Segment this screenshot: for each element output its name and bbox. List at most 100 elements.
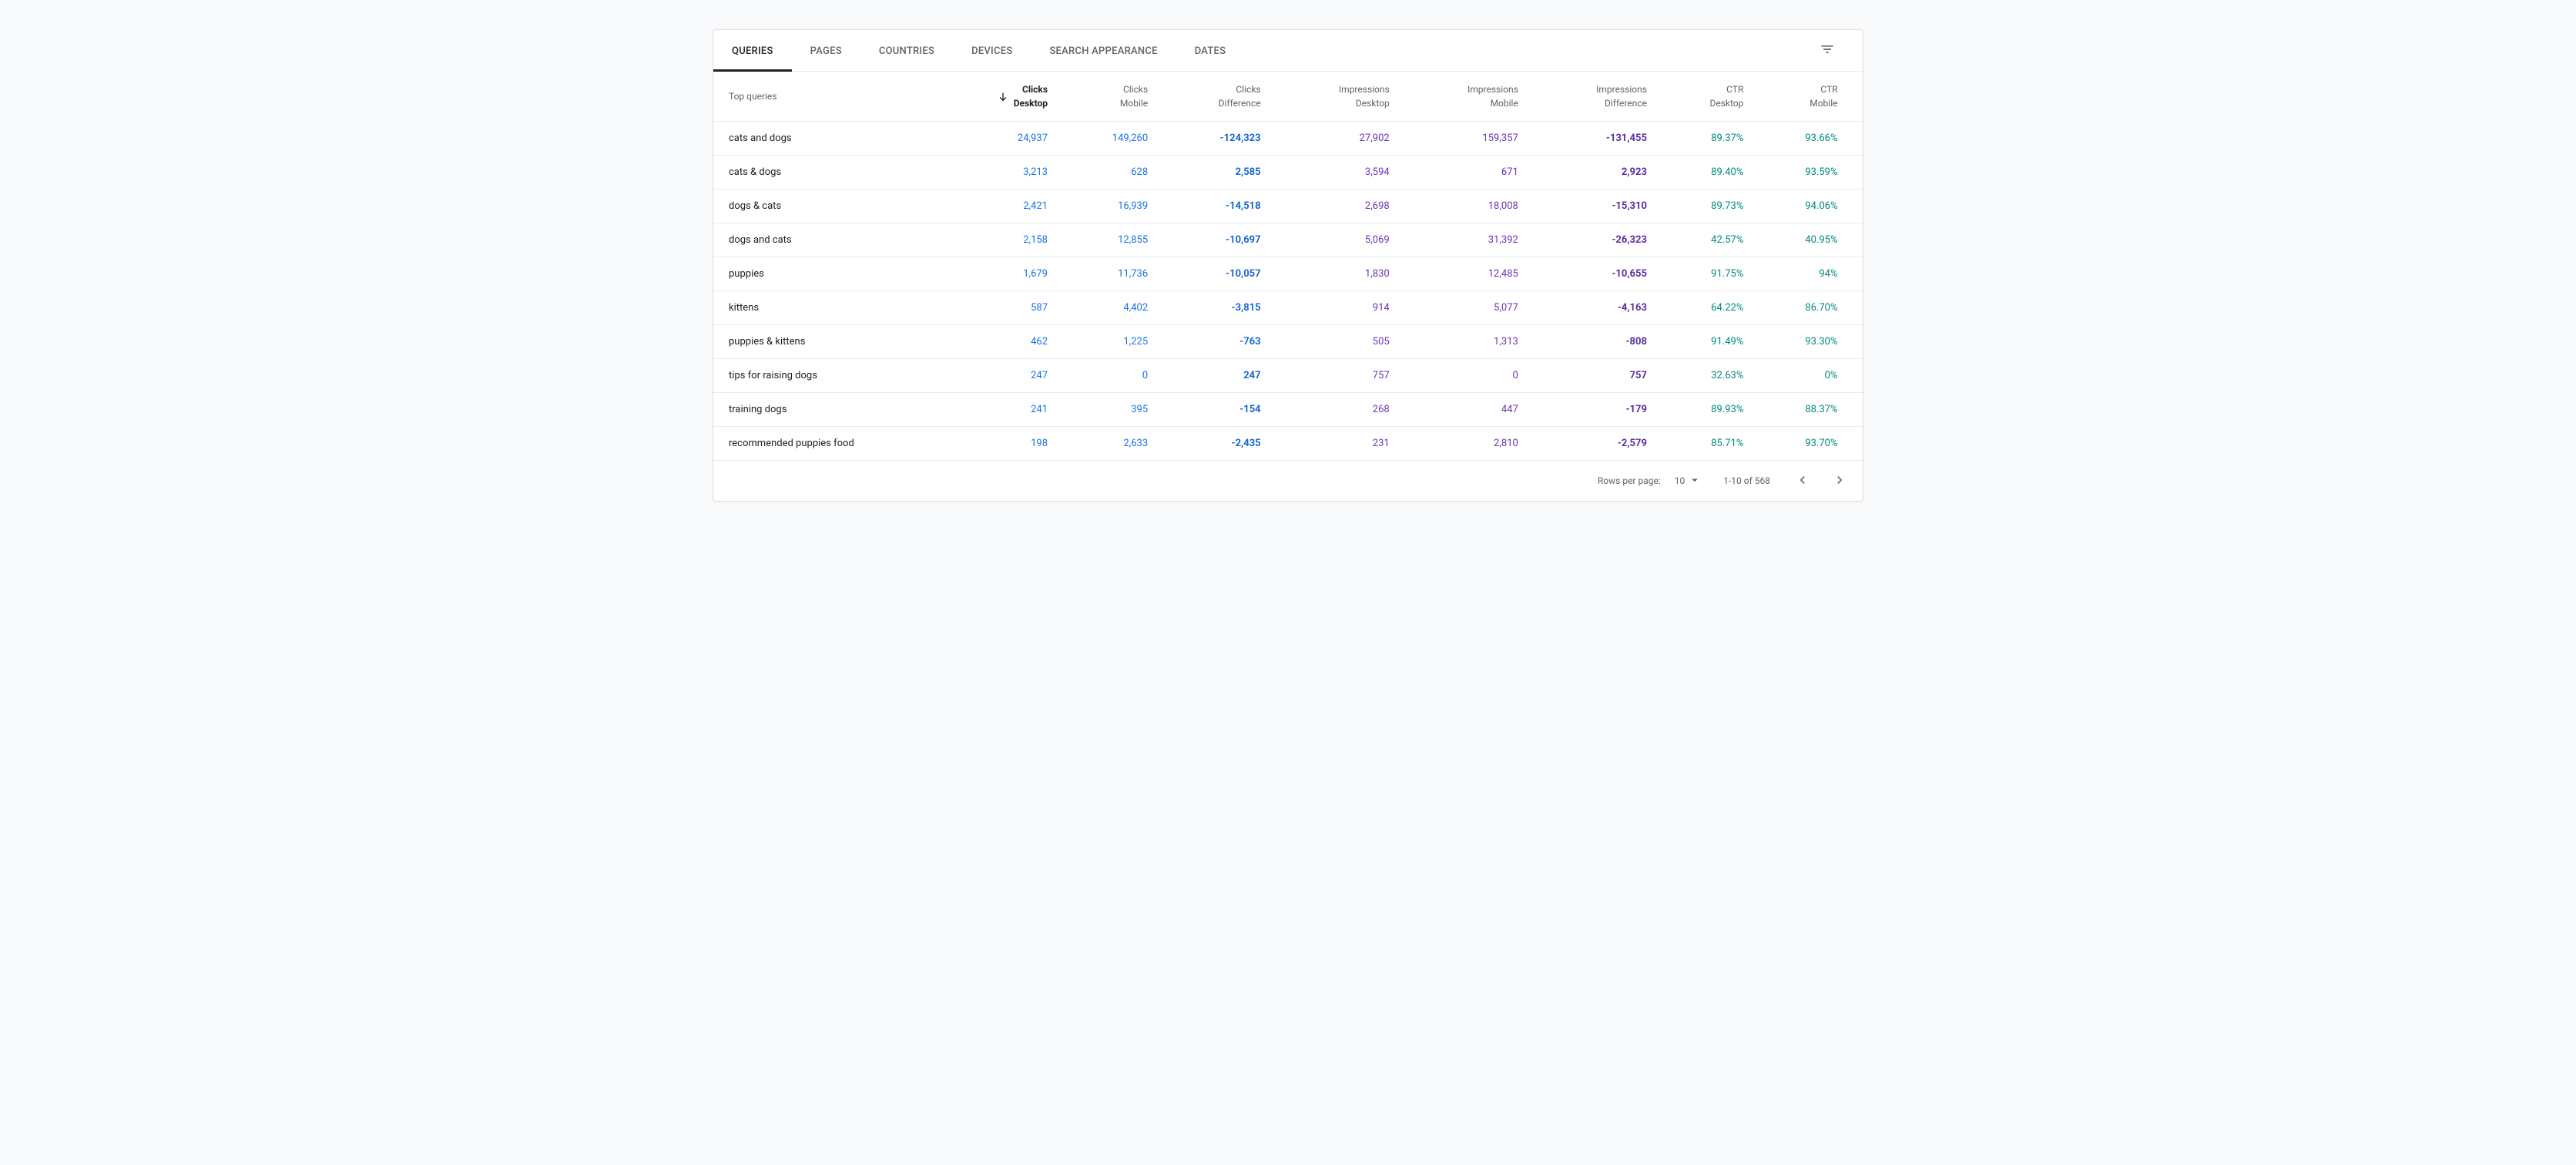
cell-clicks-desktop: 247	[929, 359, 1058, 393]
pagination-range: 1-10 of 568	[1723, 475, 1770, 486]
cell-impressions-desktop: 231	[1272, 427, 1400, 461]
col-top-queries[interactable]: Top queries	[713, 72, 929, 122]
cell-clicks-mobile: 16,939	[1058, 190, 1159, 223]
performance-report-card: QUERIESPAGESCOUNTRIESDEVICESSEARCH APPEA…	[713, 29, 1863, 502]
col-ctr-difference[interactable]: CTRDifference	[1849, 72, 1863, 122]
tab-devices[interactable]: DEVICES	[953, 30, 1031, 71]
cell-ctr-desktop: 91.75%	[1658, 257, 1754, 291]
table-row[interactable]: puppies1,67911,736-10,0571,83012,485-10,…	[713, 257, 1863, 291]
next-page-button[interactable]	[1829, 470, 1850, 492]
cell-ctr-mobile: 93.66%	[1754, 122, 1848, 156]
cell-clicks-mobile: 2,633	[1058, 427, 1159, 461]
cell-impressions-desktop: 268	[1272, 393, 1400, 427]
cell-ctr-difference: -1.8	[1849, 325, 1863, 359]
cell-impressions-mobile: 0	[1400, 359, 1529, 393]
cell-clicks-mobile: 1,225	[1058, 325, 1159, 359]
cell-impressions-difference: -131,455	[1529, 122, 1658, 156]
cell-clicks-desktop: 1,679	[929, 257, 1058, 291]
table-row[interactable]: dogs & cats2,42116,939-14,5182,69818,008…	[713, 190, 1863, 223]
cell-impressions-mobile: 671	[1400, 156, 1529, 190]
col-ctr-desktop[interactable]: CTRDesktop	[1658, 72, 1754, 122]
cell-ctr-mobile: 86.70%	[1754, 291, 1848, 325]
cell-clicks-mobile: 628	[1058, 156, 1159, 190]
col-clicks-difference[interactable]: ClicksDifference	[1159, 72, 1271, 122]
cell-ctr-desktop: 91.49%	[1658, 325, 1754, 359]
cell-impressions-desktop: 505	[1272, 325, 1400, 359]
dropdown-arrow-icon	[1688, 473, 1702, 489]
table-row[interactable]: tips for raising dogs2470247757075732.63…	[713, 359, 1863, 393]
cell-ctr-difference: 1.6	[1849, 393, 1863, 427]
cell-ctr-difference: 32.6	[1849, 359, 1863, 393]
table-pagination-footer: Rows per page: 10 1-10 of 568	[713, 460, 1863, 501]
col-impressions-difference[interactable]: ImpressionsDifference	[1529, 72, 1658, 122]
table-row[interactable]: cats and dogs24,937149,260-124,32327,902…	[713, 122, 1863, 156]
tab-queries[interactable]: QUERIES	[713, 30, 792, 71]
cell-impressions-difference: 757	[1529, 359, 1658, 393]
cell-clicks-desktop: 198	[929, 427, 1058, 461]
cell-impressions-difference: 2,923	[1529, 156, 1658, 190]
cell-ctr-mobile: 93.59%	[1754, 156, 1848, 190]
cell-clicks-desktop: 2,421	[929, 190, 1058, 223]
chevron-left-icon	[1795, 472, 1810, 490]
cell-clicks-difference: -10,057	[1159, 257, 1271, 291]
table-row[interactable]: puppies & kittens4621,225-7635051,313-80…	[713, 325, 1863, 359]
cell-ctr-mobile: 93.30%	[1754, 325, 1848, 359]
cell-impressions-difference: -26,323	[1529, 223, 1658, 257]
cell-clicks-difference: 2,585	[1159, 156, 1271, 190]
table-row[interactable]: recommended puppies food1982,633-2,43523…	[713, 427, 1863, 461]
cell-impressions-desktop: 3,594	[1272, 156, 1400, 190]
cell-impressions-mobile: 31,392	[1400, 223, 1529, 257]
cell-clicks-desktop: 3,213	[929, 156, 1058, 190]
cell-impressions-desktop: 1,830	[1272, 257, 1400, 291]
previous-page-button[interactable]	[1792, 470, 1813, 492]
col-clicks-mobile[interactable]: ClicksMobile	[1058, 72, 1159, 122]
cell-clicks-mobile: 149,260	[1058, 122, 1159, 156]
cell-clicks-desktop: 587	[929, 291, 1058, 325]
cell-ctr-desktop: 89.73%	[1658, 190, 1754, 223]
cell-clicks-desktop: 2,158	[929, 223, 1058, 257]
tab-search-appearance[interactable]: SEARCH APPEARANCE	[1031, 30, 1176, 71]
cell-ctr-desktop: 64.22%	[1658, 291, 1754, 325]
table-row[interactable]: dogs and cats2,15812,855-10,6975,06931,3…	[713, 223, 1863, 257]
rows-per-page-select[interactable]: 10	[1675, 473, 1702, 489]
cell-clicks-mobile: 0	[1058, 359, 1159, 393]
cell-ctr-difference: -8	[1849, 427, 1863, 461]
cell-ctr-difference: -4.2	[1849, 156, 1863, 190]
cell-query: dogs & cats	[713, 190, 929, 223]
queries-table: Top queries ClicksDesktop ClicksMobile C…	[713, 72, 1863, 460]
cell-impressions-desktop: 757	[1272, 359, 1400, 393]
cell-impressions-desktop: 27,902	[1272, 122, 1400, 156]
cell-impressions-difference: -4,163	[1529, 291, 1658, 325]
col-ctr-mobile[interactable]: CTRMobile	[1754, 72, 1848, 122]
col-impressions-mobile[interactable]: ImpressionsMobile	[1400, 72, 1529, 122]
col-impressions-desktop[interactable]: ImpressionsDesktop	[1272, 72, 1400, 122]
cell-ctr-mobile: 94.06%	[1754, 190, 1848, 223]
filter-icon	[1820, 42, 1835, 60]
cell-clicks-difference: -763	[1159, 325, 1271, 359]
dimension-tabs: QUERIESPAGESCOUNTRIESDEVICESSEARCH APPEA…	[713, 30, 1863, 72]
cell-ctr-desktop: 32.63%	[1658, 359, 1754, 393]
cell-impressions-desktop: 914	[1272, 291, 1400, 325]
cell-query: puppies	[713, 257, 929, 291]
cell-ctr-desktop: 89.37%	[1658, 122, 1754, 156]
cell-clicks-difference: -124,323	[1159, 122, 1271, 156]
tab-countries[interactable]: COUNTRIES	[860, 30, 953, 71]
cell-ctr-mobile: 93.70%	[1754, 427, 1848, 461]
tab-pages[interactable]: PAGES	[792, 30, 860, 71]
cell-impressions-difference: -2,579	[1529, 427, 1658, 461]
table-row[interactable]: training dogs241395-154268447-17989.93%8…	[713, 393, 1863, 427]
tab-dates[interactable]: DATES	[1176, 30, 1245, 71]
cell-impressions-desktop: 5,069	[1272, 223, 1400, 257]
cell-ctr-difference: -4.3	[1849, 122, 1863, 156]
cell-ctr-desktop: 85.71%	[1658, 427, 1754, 461]
filter-button[interactable]	[1812, 35, 1843, 66]
cell-ctr-desktop: 89.93%	[1658, 393, 1754, 427]
col-clicks-desktop[interactable]: ClicksDesktop	[929, 72, 1058, 122]
table-row[interactable]: kittens5874,402-3,8159145,077-4,16364.22…	[713, 291, 1863, 325]
cell-ctr-mobile: 88.37%	[1754, 393, 1848, 427]
cell-ctr-mobile: 40.95%	[1754, 223, 1848, 257]
cell-clicks-difference: -154	[1159, 393, 1271, 427]
cell-clicks-difference: 247	[1159, 359, 1271, 393]
table-scroll-region[interactable]: Top queries ClicksDesktop ClicksMobile C…	[713, 72, 1863, 460]
table-row[interactable]: cats & dogs3,2136282,5853,5946712,92389.…	[713, 156, 1863, 190]
